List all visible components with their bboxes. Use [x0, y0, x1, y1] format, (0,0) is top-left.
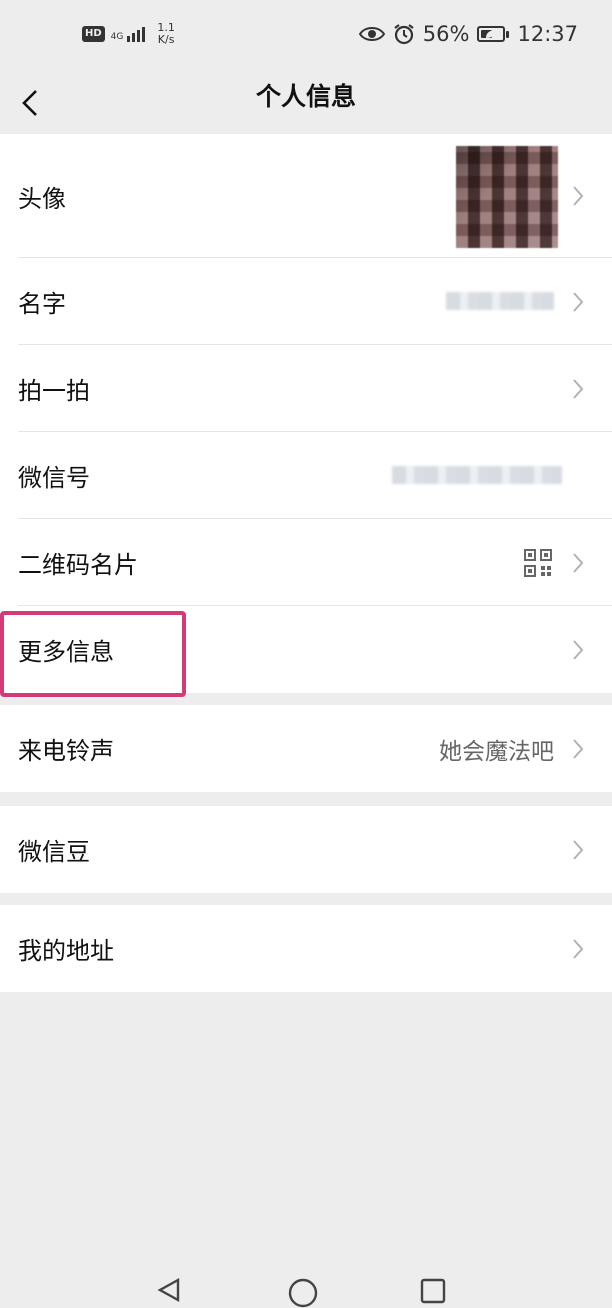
- wechat-id-label: 微信号: [18, 464, 90, 492]
- address-group: 我的地址: [0, 905, 612, 992]
- clock: 12:37: [517, 22, 578, 46]
- more-info-label: 更多信息: [18, 638, 114, 666]
- chevron-right-icon: [573, 738, 584, 759]
- system-nav-bar: [0, 1262, 612, 1308]
- qr-code-icon: [524, 548, 552, 577]
- battery-saver-icon: [477, 26, 510, 42]
- more-info-row[interactable]: 更多信息: [0, 606, 612, 693]
- address-row[interactable]: 我的地址: [0, 905, 612, 992]
- beans-group: 微信豆: [0, 806, 612, 893]
- qr-code-row[interactable]: 二维码名片: [0, 519, 612, 606]
- page-title: 个人信息: [255, 82, 356, 111]
- avatar-label: 头像: [18, 184, 66, 213]
- network-speed: 1.1 K/s: [157, 21, 175, 46]
- ringtone-value: 她会魔法吧: [439, 738, 554, 765]
- status-right: 56% 12:37: [358, 22, 578, 46]
- status-left: HD 4G 1.1 K/s: [82, 22, 175, 46]
- battery-percent: 56%: [422, 22, 470, 46]
- alarm-icon: [394, 24, 414, 45]
- ringtone-group: 来电铃声 她会魔法吧: [0, 705, 612, 792]
- eye-icon: [358, 27, 385, 41]
- qr-code-label: 二维码名片: [18, 551, 138, 579]
- wechat-id-row[interactable]: 微信号: [0, 432, 612, 519]
- avatar: [456, 146, 558, 248]
- chevron-right-icon: [573, 639, 584, 660]
- chevron-right-icon: [573, 938, 584, 959]
- nav-home-icon[interactable]: [288, 1278, 318, 1308]
- ringtone-label: 来电铃声: [18, 737, 114, 765]
- chevron-right-icon: [573, 378, 584, 399]
- ringtone-row[interactable]: 来电铃声 她会魔法吧: [0, 705, 612, 792]
- signal-icon: 4G: [110, 26, 146, 42]
- pat-row[interactable]: 拍一拍: [0, 345, 612, 432]
- address-label: 我的地址: [18, 937, 114, 965]
- header: 个人信息: [0, 72, 612, 134]
- profile-group: 头像 名字 拍一拍 微信号 二维码名片 更多信息: [0, 134, 612, 693]
- status-bar: HD 4G 1.1 K/s 56% 12:37: [0, 0, 612, 72]
- pat-label: 拍一拍: [18, 377, 90, 405]
- chevron-right-icon: [573, 186, 584, 206]
- wechat-id-value-blurred: [392, 466, 562, 484]
- avatar-row[interactable]: 头像: [0, 134, 612, 258]
- name-value-blurred: [446, 292, 554, 310]
- chevron-right-icon: [573, 291, 584, 312]
- beans-row[interactable]: 微信豆: [0, 806, 612, 893]
- beans-label: 微信豆: [18, 838, 90, 866]
- name-label: 名字: [18, 290, 66, 318]
- nav-recents-icon[interactable]: [420, 1278, 446, 1304]
- network-type: 4G: [110, 31, 124, 42]
- chevron-right-icon: [573, 839, 584, 860]
- chevron-right-icon: [573, 552, 584, 573]
- hd-badge: HD: [82, 26, 105, 42]
- nav-back-icon[interactable]: [156, 1278, 182, 1302]
- name-row[interactable]: 名字: [0, 258, 612, 345]
